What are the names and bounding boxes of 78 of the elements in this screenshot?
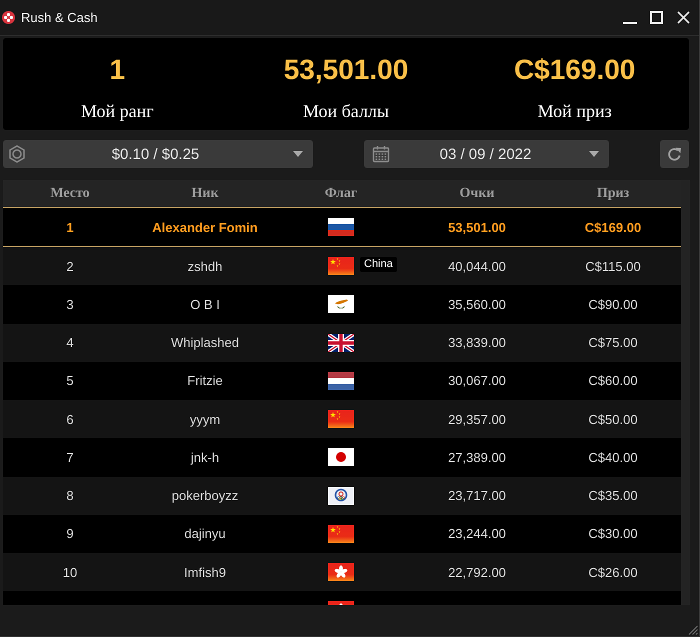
stat-label: Мой ранг — [80, 100, 154, 122]
table-cell: 23,717.00 — [448, 488, 506, 504]
table-cell: C$30.00 — [588, 526, 638, 542]
column-header: Место — [50, 186, 90, 202]
stakes-dropdown[interactable]: $0.10 / $0.25 — [3, 140, 313, 168]
chip-icon — [8, 145, 26, 163]
caret-icon — [293, 151, 303, 157]
table-cell: C$35.00 — [588, 488, 638, 504]
table-cell: C$40.00 — [588, 450, 638, 465]
table-cell: 5 — [66, 373, 74, 388]
japanese-flag-icon — [328, 448, 354, 466]
stat-value: 53,501.00 — [284, 53, 408, 87]
table-cell: 30,067.00 — [448, 373, 506, 388]
table-cell: yyym — [190, 412, 220, 427]
refresh-icon — [667, 146, 682, 162]
calendar-icon — [372, 145, 390, 163]
stat-label: Мой приз — [538, 100, 612, 122]
table-cell: C$75.00 — [588, 335, 638, 350]
logo-icon — [2, 11, 15, 24]
table-cell: 1 — [66, 220, 74, 234]
table-cell: C$115.00 — [585, 258, 641, 274]
table-cell: Imfish9 — [184, 564, 226, 580]
chinese-flag-icon — [328, 410, 354, 428]
dutch-flag-icon — [328, 372, 354, 390]
table-cell: C$60.00 — [588, 373, 638, 388]
table-cell: pokerboyzz — [172, 488, 238, 504]
chinese-flag-icon — [328, 257, 354, 276]
table-cell: 27,389.00 — [448, 450, 506, 465]
close-icon — [677, 11, 690, 24]
table-cell: Alexander Fomin — [152, 220, 258, 234]
table-cell: 7 — [66, 450, 74, 465]
tooltip: China — [360, 257, 397, 272]
minimize-icon — [622, 22, 636, 24]
table-cell: C$26.00 — [588, 564, 638, 580]
table-cell: 40,044.00 — [448, 258, 506, 274]
refresh-button[interactable] — [660, 140, 689, 168]
chinese-taipei-flag-icon — [328, 486, 354, 505]
stat-value: 1 — [110, 53, 126, 87]
caret-icon — [589, 151, 599, 157]
stat-value: C$169.00 — [514, 53, 636, 87]
scrollbar-track[interactable] — [681, 180, 690, 605]
table-cell: 3 — [66, 296, 74, 312]
resize-grip-icon[interactable] — [688, 625, 698, 635]
column-header: Флаг — [324, 186, 358, 202]
cyprus-flag-icon — [328, 295, 354, 314]
hong-kong-flag-icon — [328, 601, 354, 605]
table-cell: 4 — [66, 335, 74, 350]
table-cell: C$169.00 — [584, 220, 642, 234]
table-cell: 29,357.00 — [448, 412, 506, 427]
table-cell: zshdh — [188, 258, 222, 274]
stat-label: Мои баллы — [302, 100, 390, 122]
table-cell: 33,839.00 — [448, 335, 506, 350]
table-cell: jnk-h — [190, 450, 220, 465]
column-header: Ник — [191, 186, 219, 202]
table-cell: C$50.00 — [588, 412, 638, 427]
table-cell: 35,560.00 — [448, 296, 506, 312]
table-cell: 2 — [66, 258, 74, 274]
table-cell: 23,244.00 — [448, 526, 506, 542]
table-cell: dajinyu — [184, 526, 226, 542]
column-header: Очки — [460, 186, 494, 202]
table-cell: 10 — [62, 564, 78, 580]
table-cell: 53,501.00 — [448, 220, 506, 234]
table-cell: O B I — [190, 296, 220, 312]
column-header: Приз — [596, 186, 630, 202]
table-cell: 22,792.00 — [448, 564, 506, 580]
table-cell: 9 — [66, 526, 74, 542]
table-cell: 8 — [66, 488, 74, 504]
window-title: Rush & Cash — [21, 10, 98, 25]
chinese-flag-icon — [328, 524, 354, 543]
maximize-icon — [650, 11, 663, 24]
date-dropdown[interactable]: 03 / 09 / 2022 — [364, 140, 609, 168]
table-cell: C$90.00 — [588, 296, 638, 312]
hong-kong-flag-icon — [328, 563, 354, 582]
table-cell: 6 — [66, 412, 74, 427]
russian-flag-icon — [328, 218, 354, 236]
table-cell: Fritzie — [187, 373, 223, 388]
british-flag-icon — [328, 334, 354, 352]
table-cell: Whiplashed — [171, 335, 239, 350]
